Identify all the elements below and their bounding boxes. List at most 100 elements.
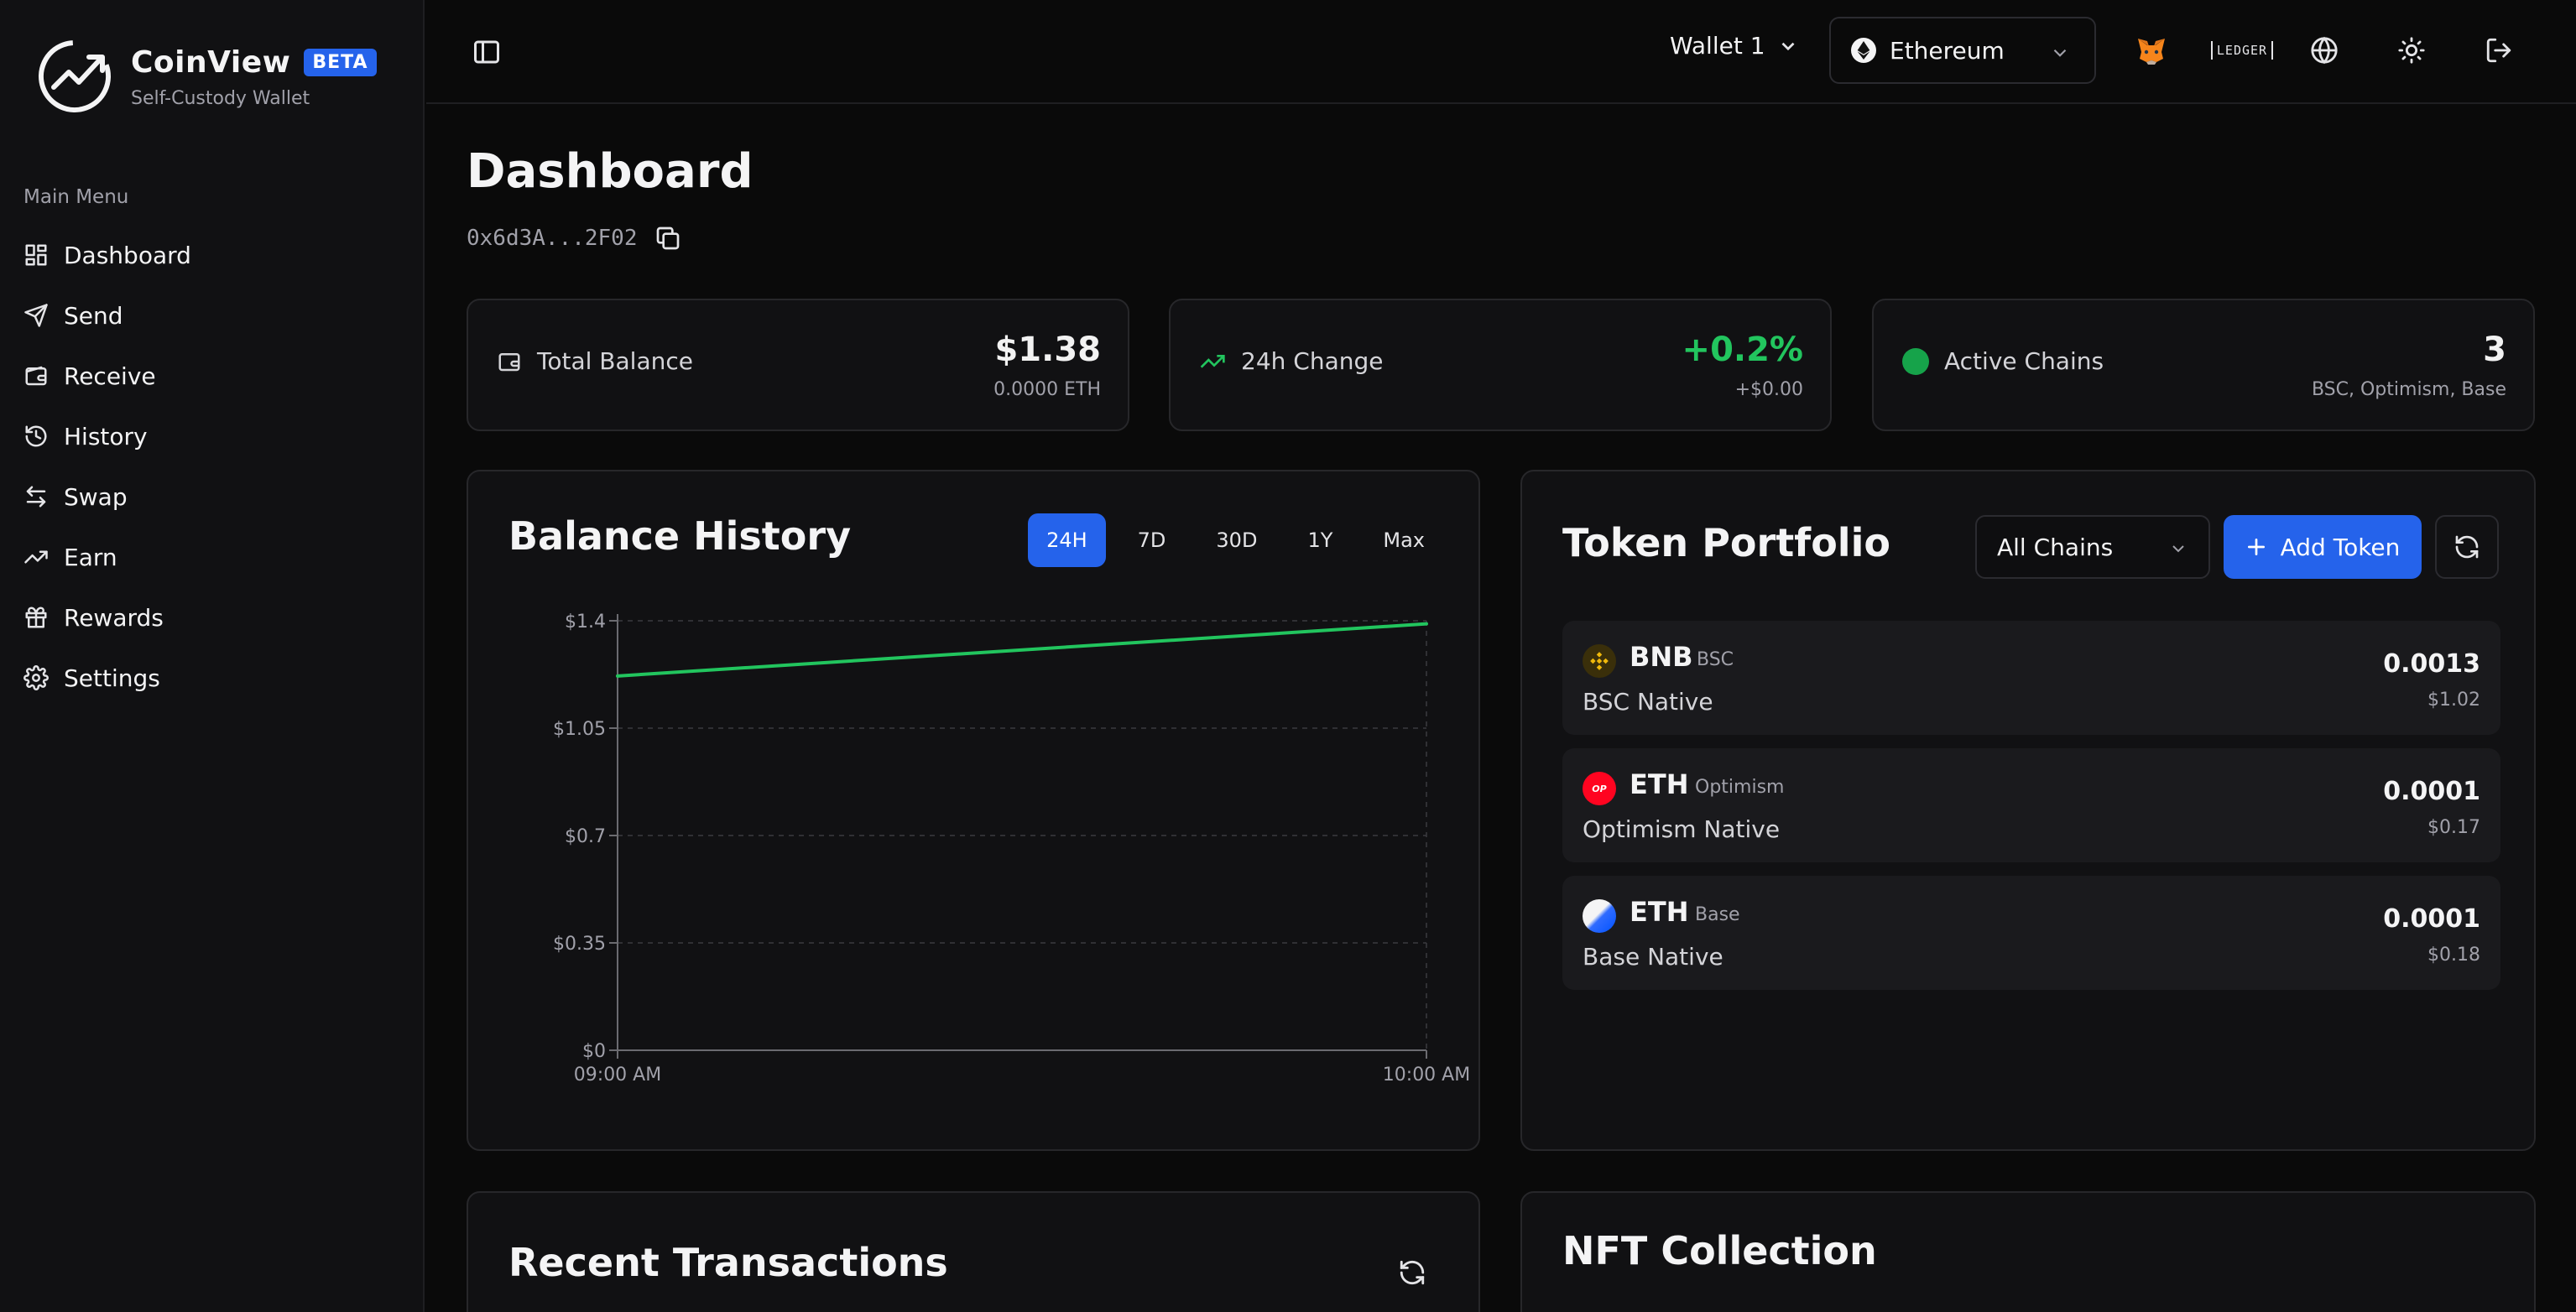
metamask-button[interactable] [2133, 32, 2170, 69]
sidebar-item-dashboard[interactable]: Dashboard [23, 225, 191, 285]
refresh-icon[interactable] [1398, 1258, 1426, 1287]
y-tick-label: $0 [582, 1041, 606, 1062]
chain-filter-label: All Chains [1997, 533, 2114, 561]
sidebar-item-send[interactable]: Send [23, 285, 191, 346]
sidebar-item-label: Receive [64, 362, 156, 390]
sidebar-item-label: Swap [64, 482, 128, 511]
sidebar-item-receive[interactable]: Receive [23, 346, 191, 406]
token-chain: Optimism [1695, 777, 1785, 798]
token-usd-value: $0.18 [2427, 945, 2480, 966]
chain-filter-select[interactable]: All Chains [1975, 515, 2210, 579]
active-chains-value: 3 [2483, 331, 2506, 369]
total-balance-label: Total Balance [537, 347, 693, 375]
trending-up-icon [24, 550, 48, 564]
token-amount: 0.0001 [2383, 904, 2480, 934]
ledger-button[interactable]: LEDGER [2203, 32, 2281, 69]
token-native: Optimism Native [1583, 815, 1781, 843]
total-balance-eth: 0.0000 ETH [993, 379, 1101, 400]
y-tick-label: $0.7 [565, 826, 606, 847]
total-balance-value: $1.38 [994, 331, 1101, 369]
token-amount: 0.0013 [2383, 649, 2480, 679]
balance-history-chart: $0 $0.35 $0.7 $1.05 $1.4 09:00 AM 10:00 AM [553, 612, 1470, 1086]
token-native: Base Native [1583, 943, 1723, 971]
sun-icon [2398, 37, 2425, 64]
brand-name: CoinView [131, 45, 291, 80]
language-button[interactable] [2306, 32, 2343, 69]
status-dot-icon [1902, 347, 1929, 375]
history-icon [25, 425, 47, 447]
sidebar-item-earn[interactable]: Earn [23, 527, 191, 587]
theme-toggle-button[interactable] [2393, 32, 2430, 69]
change-24h-value: +0.2% [1682, 331, 1803, 369]
trending-up-icon [1200, 354, 1225, 368]
recent-transactions-card: Recent Transactions [467, 1191, 1480, 1312]
token-row-eth-optimism[interactable]: OP ETH Optimism Optimism Native 0.0001 $… [1562, 748, 2500, 862]
main-menu: Dashboard Send Receive History Swap Earn… [23, 225, 191, 708]
bnb-icon [1583, 644, 1616, 678]
plus-icon [2247, 538, 2265, 556]
panel-left-icon [474, 40, 499, 64]
network-select[interactable]: Ethereum [1829, 17, 2096, 84]
token-portfolio-title: Token Portfolio [1562, 520, 1890, 565]
sidebar-toggle-button[interactable] [472, 37, 502, 67]
chevron-down-icon [1781, 42, 1794, 50]
swap-icon [26, 486, 46, 508]
token-usd-value: $0.17 [2427, 817, 2480, 838]
main-menu-heading: Main Menu [23, 186, 129, 208]
chevron-down-icon [2172, 545, 2184, 553]
sidebar-item-settings[interactable]: Settings [23, 648, 191, 708]
refresh-icon [2455, 535, 2479, 559]
brand-subtitle: Self-Custody Wallet [131, 88, 310, 109]
y-tick-label: $0.35 [553, 934, 606, 955]
token-chain: Base [1695, 904, 1740, 925]
sidebar-item-label: Earn [64, 543, 117, 571]
y-tick-label: $1.4 [565, 612, 606, 633]
active-chains-label: Active Chains [1944, 347, 2104, 375]
optimism-icon: OP [1583, 772, 1616, 805]
change-24h-usd: +$0.00 [1734, 379, 1803, 400]
token-row-eth-base[interactable]: ETH Base Base Native 0.0001 $0.18 [1562, 876, 2500, 990]
sidebar-item-rewards[interactable]: Rewards [23, 587, 191, 648]
x-tick-label: 10:00 AM [1383, 1065, 1470, 1086]
sidebar-item-label: Dashboard [64, 241, 191, 269]
globe-icon [2311, 36, 2338, 65]
sidebar-item-history[interactable]: History [23, 406, 191, 466]
sidebar-item-swap[interactable]: Swap [23, 466, 191, 527]
wallet-icon [25, 366, 47, 386]
copy-icon[interactable] [654, 225, 681, 252]
token-symbol: ETH [1630, 768, 1689, 800]
chevron-down-icon [2053, 49, 2067, 57]
token-symbol: ETH [1630, 896, 1689, 928]
ledger-icon: LEDGER [2210, 41, 2274, 60]
token-native: BSC Native [1583, 688, 1713, 716]
wallet-icon [498, 352, 520, 371]
token-portfolio-card: Token Portfolio All Chains Add Token BNB… [1520, 470, 2536, 1151]
wallet-select[interactable]: Wallet 1 [1670, 32, 1799, 60]
add-token-button[interactable]: Add Token [2224, 515, 2422, 579]
brand[interactable]: CoinView BETA Self-Custody Wallet [37, 39, 377, 114]
x-tick-label: 09:00 AM [574, 1065, 661, 1086]
wallet-address: 0x6d3A...2F02 [467, 225, 681, 252]
logout-button[interactable] [2480, 32, 2517, 69]
recent-transactions-title: Recent Transactions [508, 1240, 948, 1285]
dashboard-icon [25, 244, 47, 266]
wallet-select-label: Wallet 1 [1670, 32, 1765, 60]
token-symbol: BNB [1630, 641, 1693, 673]
change-24h-card: 24h Change +0.2% +$0.00 [1169, 299, 1832, 431]
metamask-icon [2138, 39, 2165, 65]
nft-collection-card: NFT Collection [1520, 1191, 2536, 1312]
top-bar: Wallet 1 Ethereum LEDGER [426, 0, 2576, 104]
gift-icon [25, 607, 47, 628]
sidebar-item-label: Send [64, 301, 123, 330]
add-token-label: Add Token [2280, 533, 2401, 561]
token-row-bnb[interactable]: BNB BSC BSC Native 0.0013 $1.02 [1562, 621, 2500, 735]
active-chains-card: Active Chains 3 BSC, Optimism, Base [1872, 299, 2535, 431]
sidebar-item-label: Settings [64, 664, 160, 692]
refresh-portfolio-button[interactable] [2435, 515, 2499, 579]
token-amount: 0.0001 [2383, 777, 2480, 806]
page-title: Dashboard [467, 144, 754, 199]
total-balance-card: Total Balance $1.38 0.0000 ETH [467, 299, 1129, 431]
change-24h-label: 24h Change [1241, 347, 1384, 375]
active-chains-list: BSC, Optimism, Base [2311, 379, 2506, 400]
send-icon [24, 304, 48, 327]
